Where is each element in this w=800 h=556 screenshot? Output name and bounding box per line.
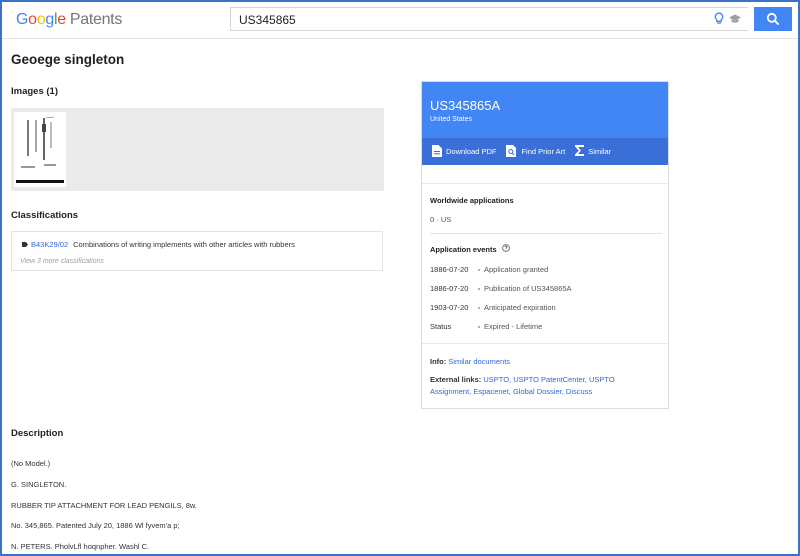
description-line: No. 345,865. Patented July 20, 1886 Wl f…	[11, 521, 180, 530]
event-text: Application granted	[484, 265, 549, 274]
event-dot	[478, 288, 480, 290]
search-input[interactable]	[239, 13, 699, 27]
classification-description: Combinations of writing implements with …	[73, 240, 295, 249]
thumbnail-bar	[16, 180, 64, 183]
description-heading: Description	[11, 428, 64, 439]
lightbulb-icon[interactable]	[713, 12, 725, 31]
event-dot	[478, 269, 480, 271]
worldwide-applications-value[interactable]: 0 · US	[430, 215, 451, 224]
event-text: Anticipated expiration	[484, 303, 556, 312]
description-line: G. SINGLETON.	[11, 480, 67, 489]
description-line: (No Model.)	[11, 459, 51, 468]
patent-country: United States	[430, 116, 473, 123]
description-line: RUBBER TIP ATTACHMENT FOR LEAD PENGILS, …	[11, 501, 198, 510]
application-events-heading: Application events	[430, 244, 510, 254]
patent-summary-card: US345865A United States Download PDF Fin…	[421, 81, 669, 409]
status-value: Expired - Lifetime	[484, 322, 543, 331]
images-heading: Images (1)	[11, 86, 58, 97]
page-frame: GooglePatents Geoege singleton Images (1…	[0, 0, 800, 556]
divider	[422, 183, 668, 184]
description-line: N. PETERS. PholvLfl hoqnpher. Washl C.	[11, 542, 150, 551]
external-links-line-2[interactable]: Assignment, Espacenet, Global Dossier, D…	[430, 387, 592, 396]
event-dot	[478, 326, 480, 328]
classification-row: B43K29/02 Combinations of writing implem…	[22, 240, 295, 249]
sigma-icon	[575, 145, 588, 158]
search-button[interactable]	[754, 7, 792, 31]
classification-tag-icon	[22, 240, 28, 249]
view-more-classifications-link[interactable]: View 3 more classifications	[20, 258, 104, 265]
external-links-row: External links: USPTO, USPTO PatentCente…	[430, 375, 615, 384]
divider	[422, 343, 668, 344]
status-label: Status	[430, 322, 452, 331]
external-links-line-1[interactable]: USPTO, USPTO PatentCenter, USPTO	[483, 375, 614, 384]
similar-documents-link[interactable]: Similar documents	[448, 357, 510, 366]
classifications-panel: B43K29/02 Combinations of writing implem…	[11, 231, 383, 271]
download-pdf-button[interactable]: Download PDF	[432, 144, 496, 159]
divider	[430, 233, 662, 234]
classifications-heading: Classifications	[11, 210, 79, 221]
images-carousel	[11, 108, 384, 191]
worldwide-applications-heading: Worldwide applications	[430, 196, 514, 205]
prior-art-search-icon	[506, 144, 521, 159]
similar-button[interactable]: Similar	[575, 145, 611, 158]
google-patents-logo[interactable]: Google Patents	[16, 11, 122, 29]
search-box[interactable]	[230, 7, 748, 31]
pdf-file-icon	[432, 144, 446, 159]
classification-code-link[interactable]: B43K29/02	[31, 240, 68, 249]
card-action-bar: Download PDF Find Prior Art Similar	[422, 138, 668, 165]
patent-number: US345865A	[430, 98, 501, 113]
search-icon	[766, 12, 780, 29]
find-prior-art-button[interactable]: Find Prior Art	[506, 144, 565, 159]
patent-drawing-thumbnail[interactable]	[14, 112, 66, 187]
event-dot	[478, 307, 480, 309]
event-text[interactable]: Publication of US345865A	[484, 284, 572, 293]
external-links-label: External links:	[430, 375, 482, 384]
patent-title: Geoege singleton	[11, 52, 125, 67]
info-row: Info: Similar documents	[430, 357, 510, 366]
event-date: 1903-07-20	[430, 303, 469, 312]
event-date: 1886-07-20	[430, 284, 469, 293]
help-circle-icon[interactable]	[501, 244, 510, 254]
info-label: Info:	[430, 357, 447, 366]
graduation-cap-icon[interactable]	[728, 12, 742, 31]
card-header: US345865A United States	[422, 82, 668, 138]
product-name: Patents	[69, 11, 123, 28]
top-bar: Google Patents	[2, 2, 798, 39]
event-date: 1886-07-20	[430, 265, 469, 274]
